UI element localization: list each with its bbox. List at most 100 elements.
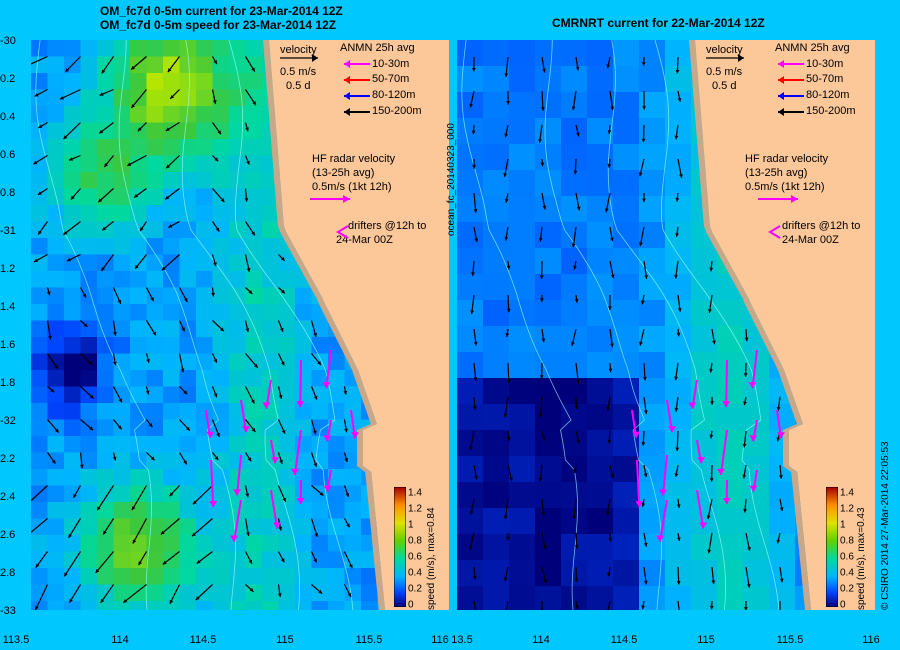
speed-cell — [31, 254, 48, 272]
speed-cell — [535, 40, 562, 67]
speed-cell — [639, 170, 666, 197]
speed-cell — [691, 534, 718, 561]
hf-radar-arrow — [725, 359, 728, 408]
speed-cell — [31, 452, 48, 470]
speed-cell — [295, 601, 312, 610]
speed-cell — [146, 370, 164, 387]
speed-cell — [130, 403, 147, 420]
speed-cell — [47, 205, 65, 222]
speed-cell — [613, 196, 640, 223]
speed-cell — [113, 106, 131, 123]
speed-cell — [613, 586, 640, 610]
speed-cell — [196, 551, 213, 569]
speed-cell — [509, 430, 536, 457]
speed-cell — [344, 469, 362, 486]
speed-cell — [457, 196, 484, 223]
speed-cell — [361, 601, 378, 610]
speed-cell — [80, 139, 98, 156]
y-tick-label: 0.8 — [0, 187, 16, 199]
speed-cell — [457, 274, 484, 301]
speed-cell — [328, 601, 345, 610]
speed-cell — [179, 469, 197, 486]
speed-cell — [179, 436, 197, 453]
speed-cell — [179, 221, 197, 239]
speed-cell — [509, 66, 536, 93]
speed-cell — [262, 238, 279, 255]
speed-cell — [196, 89, 213, 107]
speed-cell — [212, 551, 230, 569]
left-title-line1: OM_fc7d 0-5m current for 23-Mar-2014 12Z — [100, 4, 343, 18]
anmn-depth-4-right: 150-200m — [806, 105, 856, 117]
speed-cell — [613, 378, 640, 405]
speed-cell — [457, 560, 484, 587]
speed-cell — [295, 518, 312, 536]
speed-cell — [146, 287, 164, 305]
speed-cell — [639, 456, 666, 483]
x-tick-label: 115 — [697, 634, 715, 646]
speed-cell — [31, 106, 48, 123]
speed-cell — [262, 584, 279, 602]
speed-cell — [163, 221, 180, 239]
speed-cell — [163, 386, 180, 404]
speed-cell — [535, 508, 562, 535]
speed-cell — [483, 274, 510, 301]
speed-cell — [64, 568, 81, 585]
anmn-depth-3: 80-120m — [372, 89, 416, 101]
speed-cell — [457, 430, 484, 457]
colorbar-tick-label: 1.4 — [840, 487, 854, 499]
speed-cell — [509, 170, 536, 197]
speed-cell — [262, 568, 279, 585]
speed-cell — [561, 404, 588, 431]
speed-cell — [639, 300, 666, 327]
speed-cell — [146, 122, 164, 140]
speed-cell — [212, 469, 230, 486]
speed-cell — [509, 248, 536, 275]
speed-cell — [163, 205, 180, 222]
speed-cell — [212, 106, 230, 123]
speed-cell — [509, 378, 536, 405]
speed-cell — [561, 300, 588, 327]
speed-cell — [311, 469, 329, 486]
speed-cell — [245, 535, 263, 552]
speed-cell — [64, 535, 81, 552]
speed-cell — [613, 300, 640, 327]
speed-cell — [262, 436, 279, 453]
speed-cell — [80, 73, 98, 90]
speed-cell — [113, 502, 131, 519]
left-title-line2: OM_fc7d 0-5m speed for 23-Mar-2014 12Z — [100, 18, 337, 32]
speed-cell — [311, 337, 329, 354]
speed-cell — [483, 92, 510, 119]
speed-cell — [163, 568, 180, 585]
speed-cell — [113, 403, 131, 420]
colorbar-tick-label: 0.8 — [840, 535, 854, 547]
speed-cell — [691, 352, 718, 379]
speed-cell — [613, 508, 640, 535]
speed-cell — [535, 482, 562, 509]
speed-cell — [295, 485, 312, 503]
speed-cell — [113, 551, 131, 569]
speed-cell — [146, 188, 164, 206]
speed-cell — [457, 326, 484, 353]
speed-cell — [691, 430, 718, 457]
speed-cell — [587, 352, 614, 379]
speed-cell — [196, 172, 213, 189]
colorbar-tick-label: 1.2 — [408, 503, 422, 515]
speed-cell — [80, 502, 98, 519]
speed-cell — [80, 122, 98, 140]
speed-cell — [535, 326, 562, 353]
speed-cell — [130, 287, 147, 305]
speed-cell — [80, 304, 98, 321]
speed-cell — [97, 73, 114, 90]
speed-cell — [483, 586, 510, 610]
colorbar-tick-label: 1 — [408, 519, 414, 531]
speed-cell — [196, 403, 213, 420]
speed-cell — [229, 287, 246, 305]
hf-label-2-right: (13-25h avg) — [745, 167, 808, 179]
left-map-plot — [31, 40, 449, 610]
speed-cell — [311, 386, 329, 404]
speed-cell — [639, 352, 666, 379]
speed-cell — [146, 89, 164, 107]
speed-cell — [196, 56, 213, 74]
speed-cell — [262, 485, 279, 503]
speed-cell — [146, 221, 164, 239]
